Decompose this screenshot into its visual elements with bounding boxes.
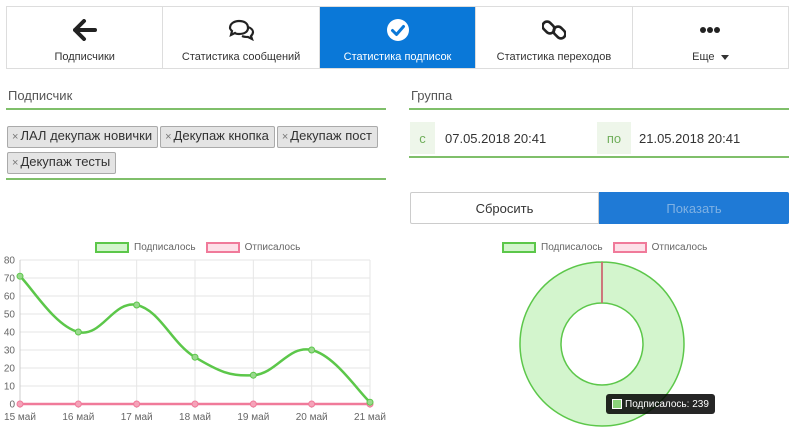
group-title: Группа — [411, 88, 453, 103]
data-point-unsubscribed — [249, 400, 257, 408]
line-chart: 0 10 20 30 40 50 60 70 80 15 май 16 май 17 май 18 ма… — [4, 256, 386, 424]
data-point-subscribed — [249, 371, 257, 379]
show-button[interactable]: Показать — [599, 192, 789, 224]
tab-bar: Подписчики Статистика сообщений Статисти… — [6, 6, 789, 69]
legend-label: Отписалось — [651, 242, 708, 253]
y-tick-label: 30 — [4, 346, 16, 357]
x-tick-label: 19 май — [237, 412, 269, 423]
y-tick-label: 0 — [9, 400, 15, 411]
remove-tag-icon[interactable]: × — [12, 157, 18, 169]
tooltip-swatch — [612, 399, 622, 409]
tag-label: ЛАЛ декупаж новички — [20, 128, 153, 143]
x-tick-label: 17 май — [121, 412, 153, 423]
y-tick-label: 70 — [4, 274, 16, 285]
tab-label: Статистика подписок — [343, 51, 452, 63]
link-icon — [541, 17, 566, 43]
tab-label: Подписчики — [54, 51, 115, 63]
data-point-subscribed — [191, 353, 199, 361]
tab-subscribers[interactable]: Подписчики — [7, 7, 164, 68]
remove-tag-icon[interactable]: × — [12, 131, 18, 143]
date-to-input[interactable]: 21.05.2018 20:41 — [631, 122, 789, 154]
divider — [6, 108, 386, 110]
subscriber-tag[interactable]: × Декупаж кнопка — [160, 126, 275, 148]
legend-item-unsubscribed[interactable]: Отписалось — [612, 242, 708, 253]
legend-swatch — [612, 242, 647, 253]
tab-label: Статистика переходов — [496, 51, 612, 63]
tag-label: Декупаж кнопка — [173, 128, 269, 143]
subscriber-tag[interactable]: × Декупаж пост — [276, 126, 378, 148]
y-tick-label: 60 — [4, 292, 16, 303]
subscriber-tag-select[interactable]: × ЛАЛ декупаж новички × Декупаж кнопка × Деку… — [7, 126, 382, 178]
date-from-input[interactable]: 07.05.2018 20:41 — [437, 122, 595, 154]
y-tick-label: 10 — [4, 382, 16, 393]
legend-label: Подписалось — [541, 242, 603, 253]
chart-tooltip: Подписалось: 239 — [606, 394, 715, 414]
data-point-unsubscribed — [308, 400, 316, 408]
divider — [409, 156, 789, 158]
x-tick-label: 18 май — [179, 412, 211, 423]
tab-label: Статистика сообщений — [181, 51, 301, 63]
data-point-unsubscribed — [191, 400, 199, 408]
data-point-subscribed — [133, 301, 141, 309]
subscriber-tag[interactable]: × ЛАЛ декупаж новички — [7, 126, 159, 148]
divider — [409, 108, 789, 110]
date-from-label: с — [410, 122, 435, 154]
caret-down-icon — [720, 54, 729, 60]
y-tick-label: 50 — [4, 310, 16, 321]
x-tick-label: 20 май — [296, 412, 328, 423]
comments-icon — [227, 17, 255, 43]
tab-subscription-stats[interactable]: Статистика подписок — [319, 7, 477, 68]
tab-click-stats[interactable]: Статистика переходов — [476, 7, 633, 68]
ellipsis-icon — [699, 17, 721, 43]
tag-label: Декупаж тесты — [20, 154, 111, 169]
x-tick-label: 15 май — [4, 412, 36, 423]
date-to-label: по — [597, 122, 631, 154]
remove-tag-icon[interactable]: × — [282, 131, 288, 143]
y-tick-label: 40 — [4, 328, 16, 339]
donut-chart-legend: Подписалось Отписалось — [502, 242, 717, 253]
reset-button[interactable]: Сбросить — [410, 192, 599, 224]
tab-label: Еще — [692, 51, 729, 63]
arrow-left-icon — [72, 17, 97, 43]
tooltip-label: Подписалось: 239 — [625, 398, 709, 410]
x-tick-label: 21 май — [354, 412, 386, 423]
data-point-subscribed — [16, 272, 24, 280]
tab-more[interactable]: Еще — [633, 7, 788, 68]
subscriber-tag[interactable]: × Декупаж тесты — [7, 152, 117, 174]
legend-swatch — [502, 242, 536, 253]
data-point-unsubscribed — [16, 400, 24, 408]
check-circle-icon — [386, 17, 410, 43]
y-tick-label: 20 — [4, 364, 16, 375]
data-point-unsubscribed — [133, 400, 141, 408]
tag-label: Декупаж пост — [290, 128, 372, 143]
tab-message-stats[interactable]: Статистика сообщений — [163, 7, 320, 68]
remove-tag-icon[interactable]: × — [165, 131, 171, 143]
divider — [6, 178, 386, 180]
data-point-subscribed — [366, 398, 374, 406]
data-point-subscribed — [308, 346, 316, 354]
subscriber-title: Подписчик — [8, 88, 73, 103]
legend-item-subscribed[interactable]: Подписалось — [502, 242, 603, 253]
data-point-subscribed — [74, 328, 82, 336]
x-tick-label: 16 май — [62, 412, 94, 423]
data-point-unsubscribed — [74, 400, 82, 408]
y-tick-label: 80 — [4, 256, 16, 267]
